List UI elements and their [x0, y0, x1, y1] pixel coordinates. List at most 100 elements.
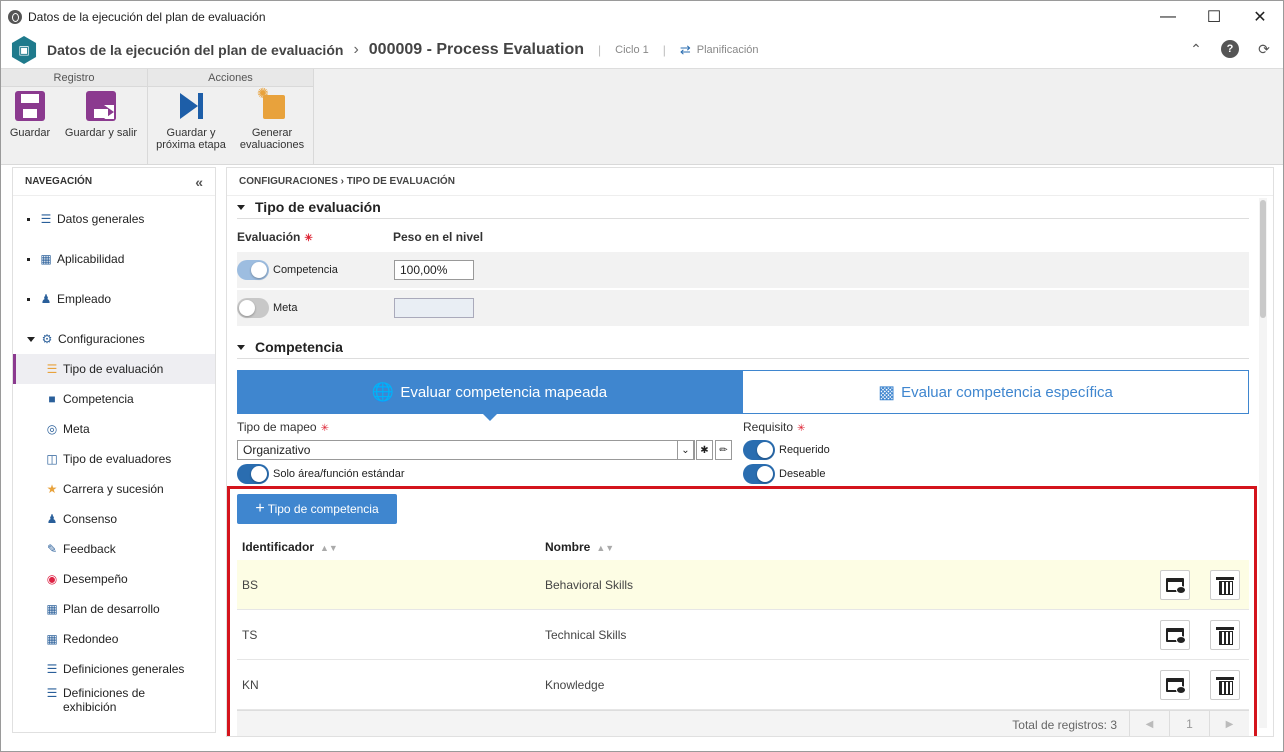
- navigation-panel: NAVEGACIÓN « ☰ Datos generales ▦ Aplicab…: [12, 167, 216, 733]
- nav-item-definiciones-generales[interactable]: ☰ Definiciones generales: [13, 654, 215, 684]
- calculator-icon: ▦: [46, 632, 58, 646]
- competencia-weight-input[interactable]: 100,00%: [394, 260, 474, 280]
- meta-weight-input[interactable]: [394, 298, 474, 318]
- table-row[interactable]: TS Technical Skills: [237, 610, 1249, 660]
- close-icon[interactable]: ✕: [1237, 1, 1283, 32]
- employee-icon: ♟: [40, 292, 52, 306]
- nav-item-tipo-evaluacion[interactable]: ☰ Tipo de evaluación: [13, 354, 215, 384]
- consensus-icon: ♟: [46, 512, 58, 526]
- nav-item-tipo-evaluadores[interactable]: ◫ Tipo de evaluadores: [13, 444, 215, 474]
- standard-only-label: Solo área/función estándar: [273, 468, 405, 480]
- prev-page-icon[interactable]: ◀: [1129, 711, 1169, 736]
- nav-item-configuraciones[interactable]: ⚙ Configuraciones: [13, 324, 215, 354]
- performance-icon: ◉: [46, 572, 58, 586]
- evaluators-icon: ◫: [46, 452, 58, 466]
- minimize-icon[interactable]: —: [1145, 1, 1191, 32]
- divider: [237, 358, 1249, 359]
- cell-id: KN: [242, 678, 259, 692]
- evaluation-row-competencia: [237, 252, 1249, 288]
- nav-item-competencia[interactable]: ■ Competencia: [13, 384, 215, 414]
- collapse-nav-icon[interactable]: «: [195, 168, 203, 196]
- eraser-icon[interactable]: ✏: [715, 440, 732, 460]
- tab-mapped-competence[interactable]: 🌐 Evaluar competencia mapeada: [237, 370, 742, 421]
- section-tipo-evaluacion[interactable]: Tipo de evaluación: [237, 199, 381, 215]
- cell-name: Technical Skills: [545, 628, 627, 642]
- nav-item-label-2: exhibición: [63, 700, 117, 714]
- bullet: [27, 217, 30, 221]
- save-label: Guardar: [9, 127, 51, 139]
- generate-icon: [257, 87, 287, 121]
- chevron-down-icon[interactable]: ⌄: [677, 440, 694, 460]
- meta-toggle[interactable]: [237, 298, 269, 318]
- bullet: [27, 297, 30, 301]
- nav-item-meta[interactable]: ◎ Meta: [13, 414, 215, 444]
- cycle-label: Ciclo 1: [615, 44, 649, 56]
- standard-only-toggle[interactable]: [237, 464, 269, 484]
- save-exit-label: Guardar y salir: [64, 127, 138, 139]
- section-title: Tipo de evaluación: [255, 199, 381, 215]
- cell-name: Behavioral Skills: [545, 578, 634, 592]
- nav-heading: NAVEGACIÓN «: [13, 168, 215, 196]
- collapse-up-icon[interactable]: ⌃: [1187, 40, 1205, 58]
- nav-item-aplicabilidad[interactable]: ▦ Aplicabilidad: [13, 244, 215, 274]
- nav-item-carrera-sucesion[interactable]: ★ Carrera y sucesión: [13, 474, 215, 504]
- mapping-type-select[interactable]: Organizativo: [237, 440, 695, 460]
- competencia-toggle[interactable]: [237, 260, 269, 280]
- delete-button[interactable]: [1210, 670, 1240, 700]
- nav-heading-label: NAVEGACIÓN: [25, 176, 93, 187]
- nav-item-desempeno[interactable]: ◉ Desempeño: [13, 564, 215, 594]
- tab-specific-competence[interactable]: ▩ Evaluar competencia específica: [742, 370, 1249, 414]
- delete-button[interactable]: [1210, 620, 1240, 650]
- scrollbar-thumb[interactable]: [1260, 200, 1266, 318]
- grid-footer: Total de registros: 3 ◀ 1 ▶: [237, 710, 1249, 736]
- cell-id: BS: [242, 578, 259, 592]
- nav-item-plan-desarrollo[interactable]: ▦ Plan de desarrollo: [13, 594, 215, 624]
- page-number[interactable]: 1: [1169, 711, 1209, 736]
- required-icon: ✳: [797, 423, 806, 434]
- generate-evaluations-button[interactable]: Generar evaluaciones: [236, 87, 308, 151]
- view-button[interactable]: [1160, 620, 1190, 650]
- column-header-name[interactable]: Nombre ▲▼: [545, 540, 614, 554]
- save-next-button[interactable]: Guardar y próxima etapa: [152, 91, 230, 151]
- nav-item-label: Empleado: [57, 292, 112, 306]
- refresh-icon[interactable]: ⟳: [1255, 40, 1273, 58]
- nav-item-empleado[interactable]: ♟ Empleado: [13, 284, 215, 314]
- save-button[interactable]: Guardar: [7, 91, 53, 139]
- nav-item-datos-generales[interactable]: ☰ Datos generales: [13, 204, 215, 234]
- collapse-caret-icon: [237, 344, 245, 350]
- column-header-id[interactable]: Identificador ▲▼: [242, 540, 338, 554]
- view-button[interactable]: [1160, 670, 1190, 700]
- next-page-icon[interactable]: ▶: [1209, 711, 1249, 736]
- badge-icon: ▩: [878, 381, 896, 402]
- column-header-label: Identificador: [242, 540, 315, 554]
- window-controls: — ☐ ✕: [1145, 1, 1283, 32]
- table-row[interactable]: KN Knowledge: [237, 660, 1249, 710]
- view-button[interactable]: [1160, 570, 1190, 600]
- nav-item-consenso[interactable]: ♟ Consenso: [13, 504, 215, 534]
- nav-item-definiciones-exhibicion[interactable]: ☰ Definiciones de exhibición: [13, 686, 215, 724]
- window-title: Datos de la ejecución del plan de evalua…: [28, 9, 266, 24]
- record-title: 000009 - Process Evaluation: [368, 41, 584, 58]
- settings-doc-icon: ☰: [46, 662, 58, 676]
- nav-item-label: Tipo de evaluación: [63, 362, 164, 376]
- vertical-scrollbar[interactable]: [1259, 198, 1267, 728]
- section-competencia[interactable]: Competencia: [237, 339, 343, 355]
- desirable-toggle[interactable]: [743, 464, 775, 484]
- nav-item-label: Meta: [63, 422, 90, 436]
- expand-caret-icon: [27, 336, 35, 342]
- delete-button[interactable]: [1210, 570, 1240, 600]
- view-icon: [1166, 578, 1186, 594]
- table-row[interactable]: BS Behavioral Skills: [237, 560, 1249, 610]
- add-competence-type-button[interactable]: + Tipo de competencia: [237, 494, 397, 524]
- nav-item-feedback[interactable]: ✎ Feedback: [13, 534, 215, 564]
- nav-item-redondeo[interactable]: ▦ Redondeo: [13, 624, 215, 654]
- required-toggle[interactable]: [743, 440, 775, 460]
- gear-icon: ⚙: [41, 332, 53, 346]
- maximize-icon[interactable]: ☐: [1191, 1, 1237, 32]
- meta-label: Meta: [273, 302, 298, 314]
- clear-icon[interactable]: ✱: [696, 440, 713, 460]
- save-exit-button[interactable]: Guardar y salir: [61, 91, 141, 139]
- competencia-tabs: 🌐 Evaluar competencia mapeada ▩ Evaluar …: [237, 370, 1249, 421]
- help-icon[interactable]: ?: [1221, 40, 1239, 58]
- nav-item-label: Aplicabilidad: [57, 252, 125, 266]
